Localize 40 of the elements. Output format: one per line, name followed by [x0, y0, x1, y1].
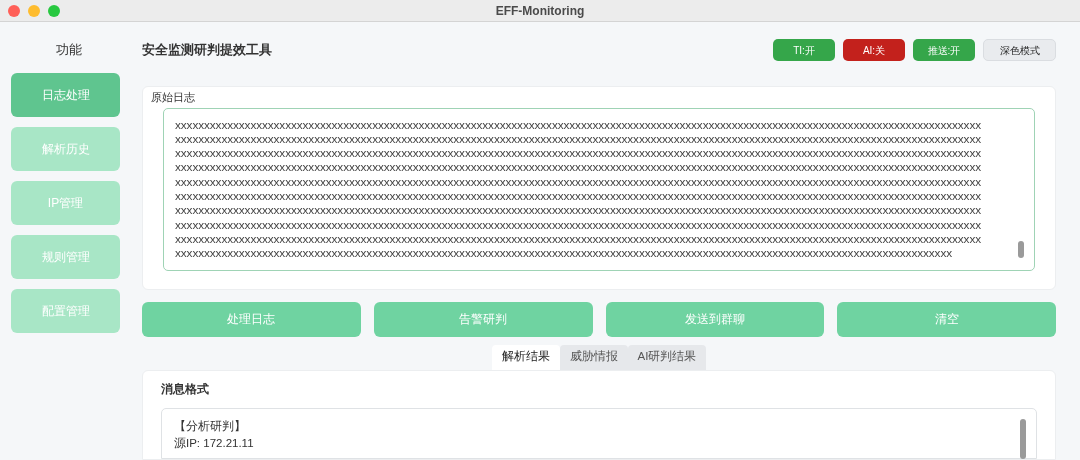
minimize-icon[interactable]	[28, 4, 40, 17]
log-line: xxxxxxxxxxxxxxxxxxxxxxxxxxxxxxxxxxxxxxxxxxxxxxxxxxxxxxxxxxxxxxxxxxxxxxxxxxxxxxxxxxxxxxxxxxxxxxxxxxxxxxxxxxxxxxxxxxxxxxxxxxxxxxxxxxxxxxxxxxx	[175, 146, 981, 161]
window-title: EFF-Monitoring	[495, 2, 585, 20]
log-line: xxxxxxxxxxxxxxxxxxxxxxxxxxxxxxxxxxxxxxxxxxxxxxxxxxxxxxxxxxxxxxxxxxxxxxxxxxxxxxxxxxxxxxxxxxxxxxxxxxxxxxxxxxxxxxxxxxxxxxxxxxxxxxxxxxxxxxxxxxx	[175, 203, 981, 218]
result-label: 消息格式	[161, 381, 210, 397]
scrollbar-thumb	[1020, 418, 1026, 459]
result-line: 【分析研判】	[174, 418, 246, 434]
maximize-icon[interactable]	[48, 4, 60, 17]
action-button[interactable]: 发送到群聊	[605, 301, 825, 337]
log-line: xxxxxxxxxxxxxxxxxxxxxxxxxxxxxxxxxxxxxxxxxxxxxxxxxxxxxxxxxxxxxxxxxxxxxxxxxxxxxxxxxxxxxxxxxxxxxxxxxxxxxxxxxxxxxxxxxxxxxxxxxxxxxxxxxxxxxx	[175, 246, 952, 261]
result-textarea[interactable]: 【分析研判】 源IP: 172.21.11	[161, 407, 1037, 459]
sidebar-item[interactable]: 配置管理	[11, 288, 120, 333]
log-line: xxxxxxxxxxxxxxxxxxxxxxxxxxxxxxxxxxxxxxxxxxxxxxxxxxxxxxxxxxxxxxxxxxxxxxxxxxxxxxxxxxxxxxxxxxxxxxxxxxxxxxxxxxxxxxxxxxxxxxxxxxxxxxxxxxxxxxxxxxx	[175, 160, 981, 175]
close-icon[interactable]	[8, 4, 20, 17]
result-tab[interactable]: AI研判结果	[627, 344, 707, 370]
result-tab[interactable]: 解析结果	[491, 344, 560, 370]
log-line: xxxxxxxxxxxxxxxxxxxxxxxxxxxxxxxxxxxxxxxxxxxxxxxxxxxxxxxxxxxxxxxxxxxxxxxxxxxxxxxxxxxxxxxxxxxxxxxxxxxxxxxxxxxxxxxxxxxxxxxxxxxxxxxxxxxxxxxxxxx	[175, 231, 981, 247]
toggle-button[interactable]: AI:关	[843, 39, 905, 61]
sidebar-heading: 功能	[56, 41, 83, 59]
theme-button[interactable]: 深色模式	[983, 39, 1056, 61]
log-textarea[interactable]	[163, 107, 1035, 271]
sidebar-item[interactable]: 规则管理	[11, 234, 120, 279]
log-line: xxxxxxxxxxxxxxxxxxxxxxxxxxxxxxxxxxxxxxxxxxxxxxxxxxxxxxxxxxxxxxxxxxxxxxxxxxxxxxxxxxxxxxxxxxxxxxxxxxxxxxxxxxxxxxxxxxxxxxxxxxxxxxxxxxxxxxxxxxx	[175, 189, 981, 204]
action-button[interactable]: 处理日志	[142, 301, 361, 337]
toggle-button[interactable]: 推送:开	[913, 39, 975, 61]
action-button[interactable]: 告警研判	[373, 301, 593, 337]
sidebar-item[interactable]: IP管理	[11, 180, 120, 225]
result-tab[interactable]: 威胁情报	[559, 344, 628, 370]
log-line: xxxxxxxxxxxxxxxxxxxxxxxxxxxxxxxxxxxxxxxxxxxxxxxxxxxxxxxxxxxxxxxxxxxxxxxxxxxxxxxxxxxxxxxxxxxxxxxxxxxxxxxxxxxxxxxxxxxxxxxxxxxxxxxxxxxxxxxxxxx	[175, 174, 981, 189]
log-line: xxxxxxxxxxxxxxxxxxxxxxxxxxxxxxxxxxxxxxxxxxxxxxxxxxxxxxxxxxxxxxxxxxxxxxxxxxxxxxxxxxxxxxxxxxxxxxxxxxxxxxxxxxxxxxxxxxxxxxxxxxxxxxxxxxxxxxxxxxx	[175, 217, 981, 232]
result-line: 源IP: 172.21.11	[174, 435, 254, 451]
scrollbar-thumb	[1018, 240, 1024, 258]
raw-log-label: 原始日志	[151, 90, 196, 105]
sidebar-item[interactable]: 日志处理	[11, 72, 120, 117]
log-line: xxxxxxxxxxxxxxxxxxxxxxxxxxxxxxxxxxxxxxxxxxxxxxxxxxxxxxxxxxxxxxxxxxxxxxxxxxxxxxxxxxxxxxxxxxxxxxxxxxxxxxxxxxxxxxxxxxxxxxxxxxxxxxxxxxxxxxxxxxx	[175, 131, 981, 147]
log-line: xxxxxxxxxxxxxxxxxxxxxxxxxxxxxxxxxxxxxxxxxxxxxxxxxxxxxxxxxxxxxxxxxxxxxxxxxxxxxxxxxxxxxxxxxxxxxxxxxxxxxxxxxxxxxxxxxxxxxxxxxxxxxxxxxxxxxxxxxxx	[175, 117, 981, 132]
app-title: 安全监测研判提效工具	[142, 41, 272, 60]
action-button[interactable]: 清空	[837, 301, 1056, 337]
toggle-button[interactable]: TI:开	[773, 39, 835, 61]
sidebar-item[interactable]: 解析历史	[11, 126, 120, 171]
